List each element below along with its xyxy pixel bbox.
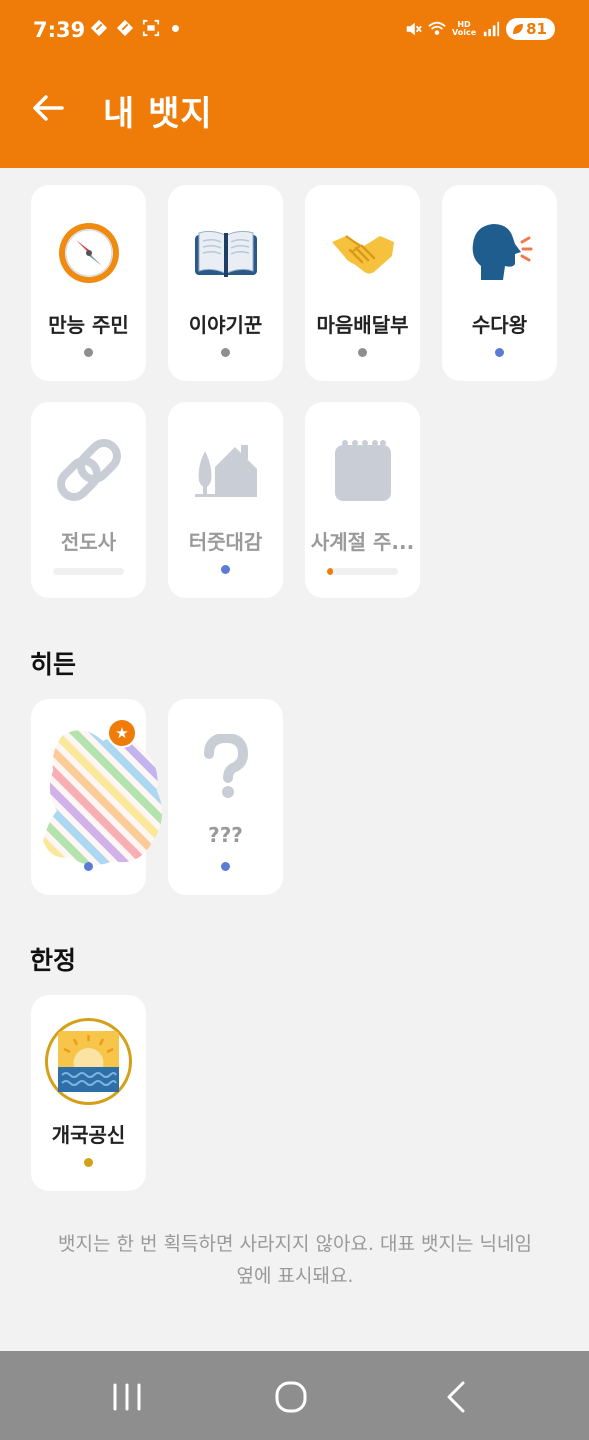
badge-card[interactable]: 터줏대감	[168, 402, 283, 598]
status-bar: 7:39 HD Voice 81	[0, 0, 589, 64]
badge-label: 전도사	[60, 530, 117, 554]
mute-icon	[406, 22, 422, 36]
badge-label: 이야기꾼	[188, 313, 263, 337]
footer-note: 뱃지는 한 번 획득하면 사라지지 않아요. 대표 뱃지는 닉네임 옆에 표시돼…	[30, 1228, 560, 1292]
badge-status-dot	[495, 348, 504, 357]
house-icon	[188, 432, 263, 507]
app-bar: 내 뱃지	[0, 80, 589, 140]
badge-card[interactable]: 수다왕	[442, 185, 557, 381]
badge-card[interactable]: ★	[31, 699, 163, 895]
home-icon[interactable]	[271, 1377, 311, 1417]
voice-label: Voice	[451, 28, 477, 37]
badge-label: 수다왕	[471, 313, 528, 337]
wifi-icon	[428, 21, 446, 35]
leaf-icon	[513, 24, 524, 34]
badge-label: 개국공신	[51, 1123, 126, 1147]
badge-status-dot	[84, 348, 93, 357]
badge-progress-bar	[53, 568, 124, 575]
page-title: 내 뱃지	[103, 94, 213, 134]
section-title-limited: 한정	[30, 946, 77, 975]
screenshot-icon	[142, 19, 160, 37]
calendar-icon	[325, 432, 400, 507]
star-badge-icon: ★	[107, 718, 137, 748]
status-right-icons: HD Voice 81	[404, 18, 555, 40]
recent-apps-icon[interactable]	[107, 1377, 147, 1417]
badge-card[interactable]: ???	[168, 699, 283, 895]
battery-indicator: 81	[506, 18, 555, 40]
badge-card[interactable]: 개국공신	[31, 995, 146, 1191]
badge-progress-bar	[327, 568, 398, 575]
badge-status-dot	[358, 348, 367, 357]
badge-label: 터줏대감	[188, 530, 263, 554]
status-time: 7:39	[33, 18, 86, 42]
hd-voice-icon: HD Voice	[452, 21, 476, 37]
badge-label: 사계절 주...	[310, 530, 415, 554]
diamond-notification-icon	[90, 19, 108, 37]
signal-icon	[483, 21, 500, 37]
sunrise-icon	[44, 1017, 133, 1106]
compass-icon	[51, 215, 126, 290]
badge-card[interactable]: 사계절 주...	[305, 402, 420, 598]
badge-label: 마음배달부	[316, 313, 409, 337]
footer-note-line2: 옆에 표시돼요.	[236, 1265, 354, 1287]
speaking-head-icon	[462, 215, 537, 290]
back-arrow-icon[interactable]	[28, 88, 68, 128]
badge-status-dot	[84, 1158, 93, 1167]
footer-note-line1: 뱃지는 한 번 획득하면 사라지지 않아요. 대표 뱃지는 닉네임	[58, 1233, 532, 1255]
badge-card[interactable]: 마음배달부	[305, 185, 420, 381]
badge-card[interactable]: 만능 주민	[31, 185, 146, 381]
badge-card[interactable]: 전도사	[31, 402, 146, 598]
badge-status-dot	[84, 862, 93, 871]
badge-label: ???	[208, 823, 243, 847]
status-left-icons	[90, 18, 179, 38]
system-back-icon[interactable]	[437, 1377, 477, 1417]
question-mark-icon	[188, 729, 263, 804]
badge-status-dot	[221, 565, 230, 574]
top-bar: 7:39 HD Voice 81 내 뱃지	[0, 0, 589, 168]
link-icon	[51, 432, 126, 507]
badge-card[interactable]: 이야기꾼	[168, 185, 283, 381]
battery-level: 81	[526, 20, 547, 38]
badge-status-dot	[221, 862, 230, 871]
open-book-icon	[188, 215, 263, 290]
diamond-notification-icon	[116, 19, 134, 37]
section-title-hidden: 히든	[30, 650, 77, 679]
system-nav-bar	[0, 1351, 589, 1440]
handshake-icon	[325, 215, 400, 290]
rainbow-sticker-icon	[43, 721, 173, 871]
badge-status-dot	[221, 348, 230, 357]
badge-label: 만능 주민	[48, 313, 129, 337]
notification-dot	[172, 24, 179, 32]
